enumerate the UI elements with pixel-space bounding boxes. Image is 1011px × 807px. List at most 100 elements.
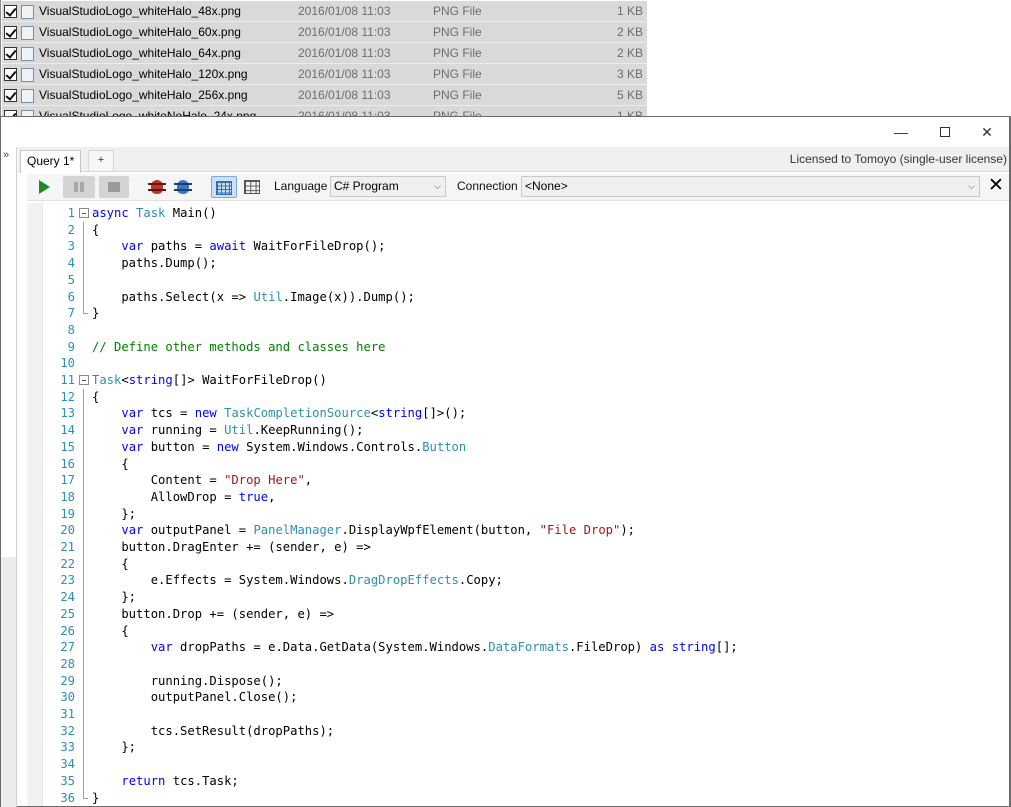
file-row[interactable]: VisualStudioLogo_whiteHalo_48x.png 2016/0… xyxy=(2,1,647,22)
code-text: } xyxy=(92,306,100,321)
file-row[interactable]: VisualStudioLogo_whiteHalo_256x.png 2016/… xyxy=(2,85,647,106)
fold-guide xyxy=(79,238,89,256)
line-number: 16 xyxy=(60,456,75,471)
checkbox-icon[interactable] xyxy=(4,47,17,60)
code-line[interactable]: 15 var button = new System.Windows.Contr… xyxy=(27,438,1009,456)
code-line[interactable]: 24 }; xyxy=(27,589,1009,607)
code-line[interactable]: 13 var tcs = new TaskCompletionSource<st… xyxy=(27,405,1009,423)
file-size: 5 KB xyxy=(616,88,643,102)
minimize-button[interactable]: — xyxy=(879,121,923,143)
line-number: 36 xyxy=(60,790,75,805)
code-line[interactable]: 32 tcs.SetResult(dropPaths); xyxy=(27,722,1009,740)
code-line[interactable]: 10 xyxy=(27,355,1009,372)
language-value: C# Program xyxy=(334,179,399,193)
fold-guide xyxy=(79,288,89,306)
rich-text-results-button[interactable] xyxy=(211,176,237,198)
code-line[interactable]: 14 var running = Util.KeepRunning(); xyxy=(27,422,1009,440)
code-line[interactable]: 4 paths.Dump(); xyxy=(27,255,1009,273)
pause-button[interactable] xyxy=(63,176,95,198)
data-grid-results-button[interactable] xyxy=(240,176,264,198)
code-line[interactable]: 12 { xyxy=(27,388,1009,406)
code-line[interactable]: 3 var paths = await WaitForFileDrop(); xyxy=(27,238,1009,256)
add-tab-button[interactable]: + xyxy=(88,150,114,171)
close-query-button[interactable]: ✕ xyxy=(987,175,1005,197)
line-number: 1 xyxy=(67,206,75,220)
collapse-region-icon[interactable] xyxy=(79,208,89,218)
close-window-button[interactable]: ✕ xyxy=(965,121,1009,143)
code-line[interactable]: 34 xyxy=(27,756,1009,774)
code-line[interactable]: 23 e.Effects = System.Windows.DragDropEf… xyxy=(27,572,1009,590)
code-line[interactable]: 20 var outputPanel = PanelManager.Displa… xyxy=(27,522,1009,540)
line-number: 31 xyxy=(60,707,75,721)
file-type: PNG File xyxy=(433,4,482,18)
code-line[interactable]: 35 return tcs.Task; xyxy=(27,772,1009,790)
code-text: var tcs = new TaskCompletionSource<strin… xyxy=(121,406,467,421)
line-number: 6 xyxy=(67,289,75,304)
code-line[interactable]: 11 Task<string[]> WaitForFileDrop() xyxy=(27,372,1009,389)
code-line[interactable]: 7} xyxy=(27,305,1009,322)
maximize-button[interactable] xyxy=(923,121,967,143)
code-line[interactable]: 27 var dropPaths = e.Data.GetData(System… xyxy=(27,639,1009,657)
file-name: VisualStudioLogo_whiteHalo_256x.png xyxy=(39,88,248,102)
code-line[interactable]: 21 button.DragEnter += (sender, e) => xyxy=(27,539,1009,556)
code-line[interactable]: 6 paths.Select(x => Util.Image(x)).Dump(… xyxy=(27,288,1009,306)
code-editor[interactable]: 1 async Task Main() 2{3 var paths = await … xyxy=(27,203,1009,806)
code-line[interactable]: 5 xyxy=(27,271,1009,289)
code-text: var button = new System.Windows.Controls… xyxy=(121,439,467,454)
maximize-icon xyxy=(940,127,950,137)
checkbox-icon[interactable] xyxy=(4,68,17,81)
code-line[interactable]: 8 xyxy=(27,322,1009,339)
file-date: 2016/01/08 11:03 xyxy=(298,67,391,81)
expand-panel-icon[interactable]: » xyxy=(3,149,9,161)
fold-guide xyxy=(79,422,89,440)
line-number: 34 xyxy=(60,757,75,772)
code-text: AllowDrop = true, xyxy=(92,489,276,504)
code-line[interactable]: 30 outputPanel.Close(); xyxy=(27,689,1009,707)
fold-guide xyxy=(79,438,89,456)
code-line[interactable]: 25 button.Drop += (sender, e) => xyxy=(27,605,1009,623)
code-line[interactable]: 2{ xyxy=(27,221,1009,239)
code-text: tcs.SetResult(dropPaths); xyxy=(92,723,335,738)
code-line[interactable]: 17 Content = "Drop Here", xyxy=(27,472,1009,490)
file-date: 2016/01/08 11:03 xyxy=(298,46,391,60)
code-text: // Define other methods and classes here xyxy=(92,339,386,354)
code-line[interactable]: 16 { xyxy=(27,455,1009,473)
fold-guide xyxy=(79,605,89,623)
file-row[interactable]: VisualStudioLogo_whiteHalo_120x.png 2016/… xyxy=(2,64,647,85)
query-toolbar: Language C# Program ⌵ Connection <None> … xyxy=(27,174,1009,201)
code-line[interactable]: 19 }; xyxy=(27,505,1009,523)
code-line[interactable]: 33 }; xyxy=(27,739,1009,757)
code-line[interactable]: 31 xyxy=(27,706,1009,723)
checkbox-icon[interactable] xyxy=(4,89,17,102)
code-line[interactable]: 26 { xyxy=(27,622,1009,640)
code-line[interactable]: 28 xyxy=(27,655,1009,673)
file-type: PNG File xyxy=(433,67,482,81)
collapse-region-icon[interactable] xyxy=(79,375,89,385)
line-number: 5 xyxy=(67,272,75,287)
code-line[interactable]: 36} xyxy=(27,789,1009,807)
file-row[interactable]: VisualStudioLogo_whiteHalo_64x.png 2016/0… xyxy=(2,43,647,64)
file-row[interactable]: VisualStudioLogo_whiteHalo_60x.png 2016/0… xyxy=(2,22,647,43)
code-line[interactable]: 22 { xyxy=(27,555,1009,573)
run-button[interactable] xyxy=(31,176,55,198)
language-select[interactable]: C# Program ⌵ xyxy=(330,176,446,197)
fold-guide xyxy=(79,622,89,640)
code-line[interactable]: 9 // Define other methods and classes her… xyxy=(27,339,1009,356)
checkbox-icon[interactable] xyxy=(4,5,17,18)
break-button[interactable] xyxy=(147,176,169,198)
fold-guide xyxy=(79,305,89,318)
code-line[interactable]: 18 AllowDrop = true, xyxy=(27,488,1009,506)
line-number: 21 xyxy=(60,540,75,554)
code-line[interactable]: 29 running.Dispose(); xyxy=(27,672,1009,690)
code-text: Content = "Drop Here", xyxy=(92,473,313,488)
connection-select[interactable]: <None> ⌵ xyxy=(521,176,980,197)
line-number: 19 xyxy=(60,506,75,521)
checkbox-icon[interactable] xyxy=(4,26,17,39)
line-number: 8 xyxy=(67,322,75,337)
debug-button[interactable] xyxy=(173,176,195,198)
fold-guide xyxy=(79,689,89,707)
line-number: 9 xyxy=(67,339,75,354)
code-line[interactable]: 1 async Task Main() xyxy=(27,205,1009,222)
stop-button[interactable] xyxy=(99,176,129,198)
tab-query-1[interactable]: Query 1* xyxy=(20,150,82,173)
